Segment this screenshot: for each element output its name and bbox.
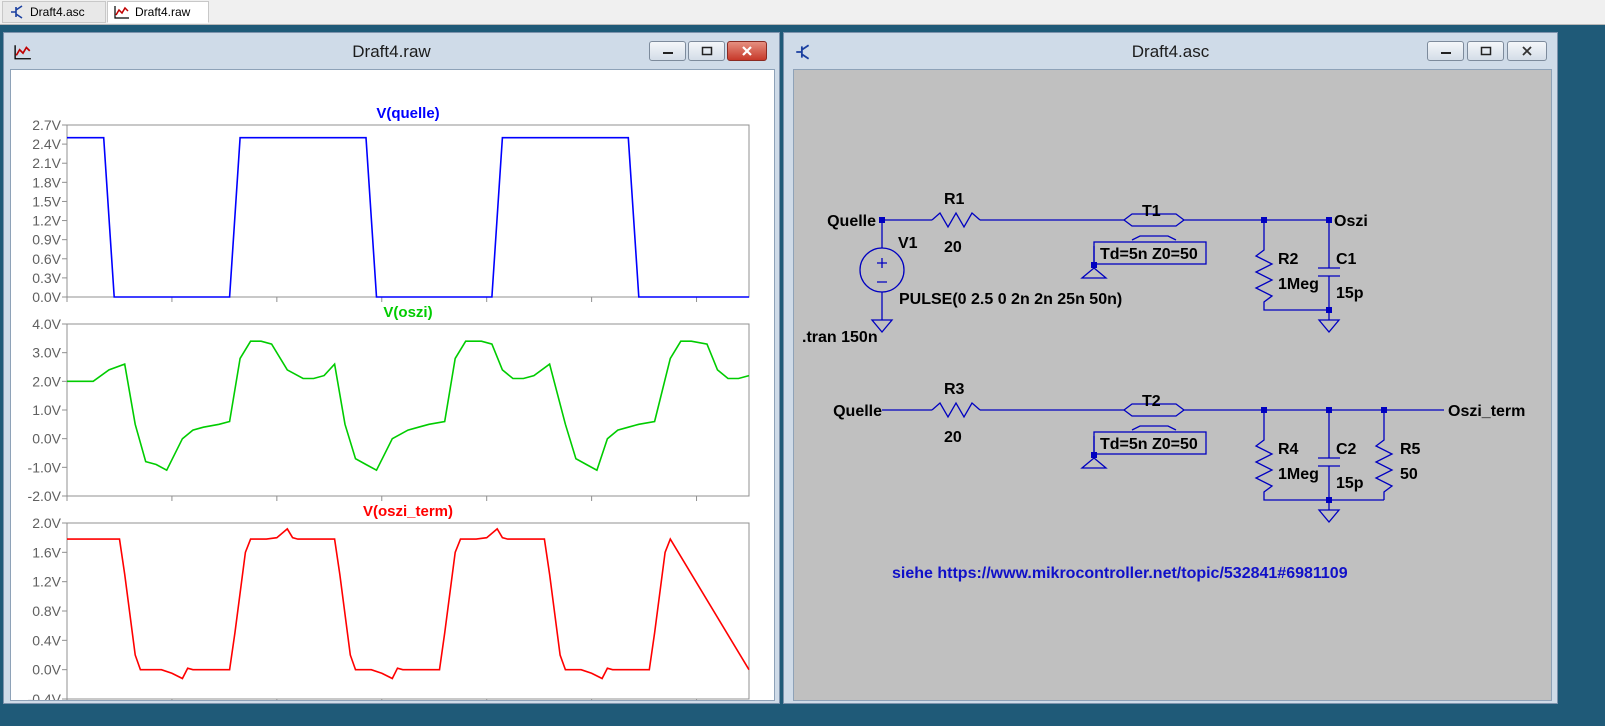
c2-value[interactable]: 15p — [1336, 475, 1364, 492]
y-tick-label: 2.1V — [32, 155, 61, 171]
trace-title-v-oszi[interactable]: V(oszi) — [383, 304, 432, 321]
r1-value[interactable]: 20 — [944, 239, 962, 256]
y-tick-label: 2.0V — [32, 373, 61, 389]
r3-value[interactable]: 20 — [944, 429, 962, 446]
t2-value[interactable]: Td=5n Z0=50 — [1100, 436, 1198, 453]
r2-value[interactable]: 1Meg — [1278, 276, 1319, 293]
maximize-button[interactable] — [688, 41, 725, 61]
close-icon — [1522, 46, 1532, 56]
net-label-quelle[interactable]: Quelle — [833, 403, 882, 420]
r1-name[interactable]: R1 — [944, 191, 965, 208]
y-tick-label: 0.3V — [32, 270, 61, 286]
minimize-button[interactable] — [649, 41, 686, 61]
trace-line-v-quelle[interactable] — [67, 136, 749, 298]
y-tick-label: -1.0V — [28, 459, 62, 475]
r3-name[interactable]: R3 — [944, 381, 965, 398]
c2-name[interactable]: C2 — [1336, 441, 1357, 458]
trace-title-v-quelle[interactable]: V(quelle) — [376, 105, 439, 122]
waveform-plots[interactable]: V(quelle) 0.0V 0.3V 0.6V 0.9V 1.2V 1.5V 1.8V 2.1… — [11, 70, 774, 700]
c1-name[interactable]: C1 — [1336, 251, 1357, 268]
r4-name[interactable]: R4 — [1278, 441, 1299, 458]
y-tick-label: 1.2V — [32, 213, 61, 229]
y-tick-label: 1.6V — [32, 544, 61, 560]
y-tick-label: 0.0V — [32, 289, 61, 305]
y-tick-label: 0.9V — [32, 232, 61, 248]
close-icon — [742, 46, 752, 56]
trace-line-v-oszi-term[interactable] — [67, 527, 750, 680]
maximize-icon — [1480, 46, 1491, 56]
net-label-oszi-term[interactable]: Oszi_term — [1448, 403, 1525, 420]
y-tick-label: 1.5V — [32, 193, 61, 209]
y-tick-label: 3.0V — [32, 345, 61, 361]
tab-label: Draft4.asc — [30, 5, 85, 19]
plot-frame — [66, 124, 750, 298]
minimize-button[interactable] — [1427, 41, 1464, 61]
y-tick-label: 2.4V — [32, 136, 61, 152]
spice-directive[interactable]: .tran 150n — [802, 329, 878, 346]
trace-line-v-oszi[interactable] — [67, 340, 750, 472]
r5-name[interactable]: R5 — [1400, 441, 1421, 458]
waveform-titlebar[interactable]: Draft4.raw — [4, 33, 779, 69]
schematic-window: Draft4.asc Quelle Oszi R1 20 V1 PULSE(0 … — [783, 32, 1558, 704]
y-tick-label: 2.7V — [32, 117, 61, 133]
tab-draft4-asc[interactable]: Draft4.asc — [2, 1, 106, 23]
r2-name[interactable]: R2 — [1278, 251, 1299, 268]
y-tick-label: -0.4V — [28, 691, 62, 700]
c1-value[interactable]: 15p — [1336, 285, 1364, 302]
minimize-icon — [1440, 52, 1451, 54]
y-tick-label: 1.0V — [32, 402, 61, 418]
maximize-icon — [701, 46, 712, 56]
v1-name[interactable]: V1 — [898, 235, 918, 252]
close-button[interactable] — [727, 41, 767, 61]
net-label-quelle[interactable]: Quelle — [827, 213, 876, 230]
y-tick-label: -2.0V — [28, 488, 62, 504]
schematic-canvas[interactable]: Quelle Oszi R1 20 V1 PULSE(0 2.5 0 2n 2n… — [793, 69, 1552, 701]
y-tick-label: 0.4V — [32, 632, 61, 648]
y-tick-label: 0.0V — [32, 662, 61, 678]
schematic-drawing[interactable]: Quelle Oszi R1 20 V1 PULSE(0 2.5 0 2n 2n… — [794, 70, 1551, 700]
y-tick-label: 4.0V — [32, 316, 61, 332]
y-tick-label: 2.0V — [32, 515, 61, 531]
y-tick-label: 0.0V — [32, 431, 61, 447]
y-tick-label: 1.2V — [32, 574, 61, 590]
tab-draft4-raw[interactable]: Draft4.raw — [107, 1, 209, 23]
y-tick-label: 1.8V — [32, 174, 61, 190]
minimize-icon — [662, 52, 673, 54]
schematic-icon — [11, 5, 23, 19]
waveform-plot-area[interactable]: V(quelle) 0.0V 0.3V 0.6V 0.9V 1.2V 1.5V 1.8V 2.1… — [10, 69, 775, 701]
t1-name[interactable]: T1 — [1142, 203, 1161, 220]
maximize-button[interactable] — [1467, 41, 1504, 61]
t1-value[interactable]: Td=5n Z0=50 — [1100, 246, 1198, 263]
plot-frame — [66, 323, 750, 497]
close-button[interactable] — [1507, 41, 1547, 61]
waveform-icon — [114, 6, 129, 19]
y-tick-label: 0.8V — [32, 603, 61, 619]
schematic-titlebar[interactable]: Draft4.asc — [784, 33, 1557, 69]
r4-value[interactable]: 1Meg — [1278, 466, 1319, 483]
document-tab-bar: Draft4.asc Draft4.raw — [0, 0, 1605, 25]
t2-name[interactable]: T2 — [1142, 393, 1161, 410]
comment-link[interactable]: siehe https://www.mikrocontroller.net/to… — [892, 565, 1348, 582]
waveform-window: Draft4.raw V(quelle) 0.0V 0.3V 0.6V 0.9V 1.2V… — [3, 32, 780, 704]
tab-label: Draft4.raw — [135, 5, 191, 19]
v1-value[interactable]: PULSE(0 2.5 0 2n 2n 25n 50n) — [899, 291, 1122, 308]
net-label-oszi[interactable]: Oszi — [1334, 213, 1368, 230]
r5-value[interactable]: 50 — [1400, 466, 1418, 483]
trace-title-v-oszi-term[interactable]: V(oszi_term) — [363, 503, 453, 520]
y-tick-label: 0.6V — [32, 251, 61, 267]
